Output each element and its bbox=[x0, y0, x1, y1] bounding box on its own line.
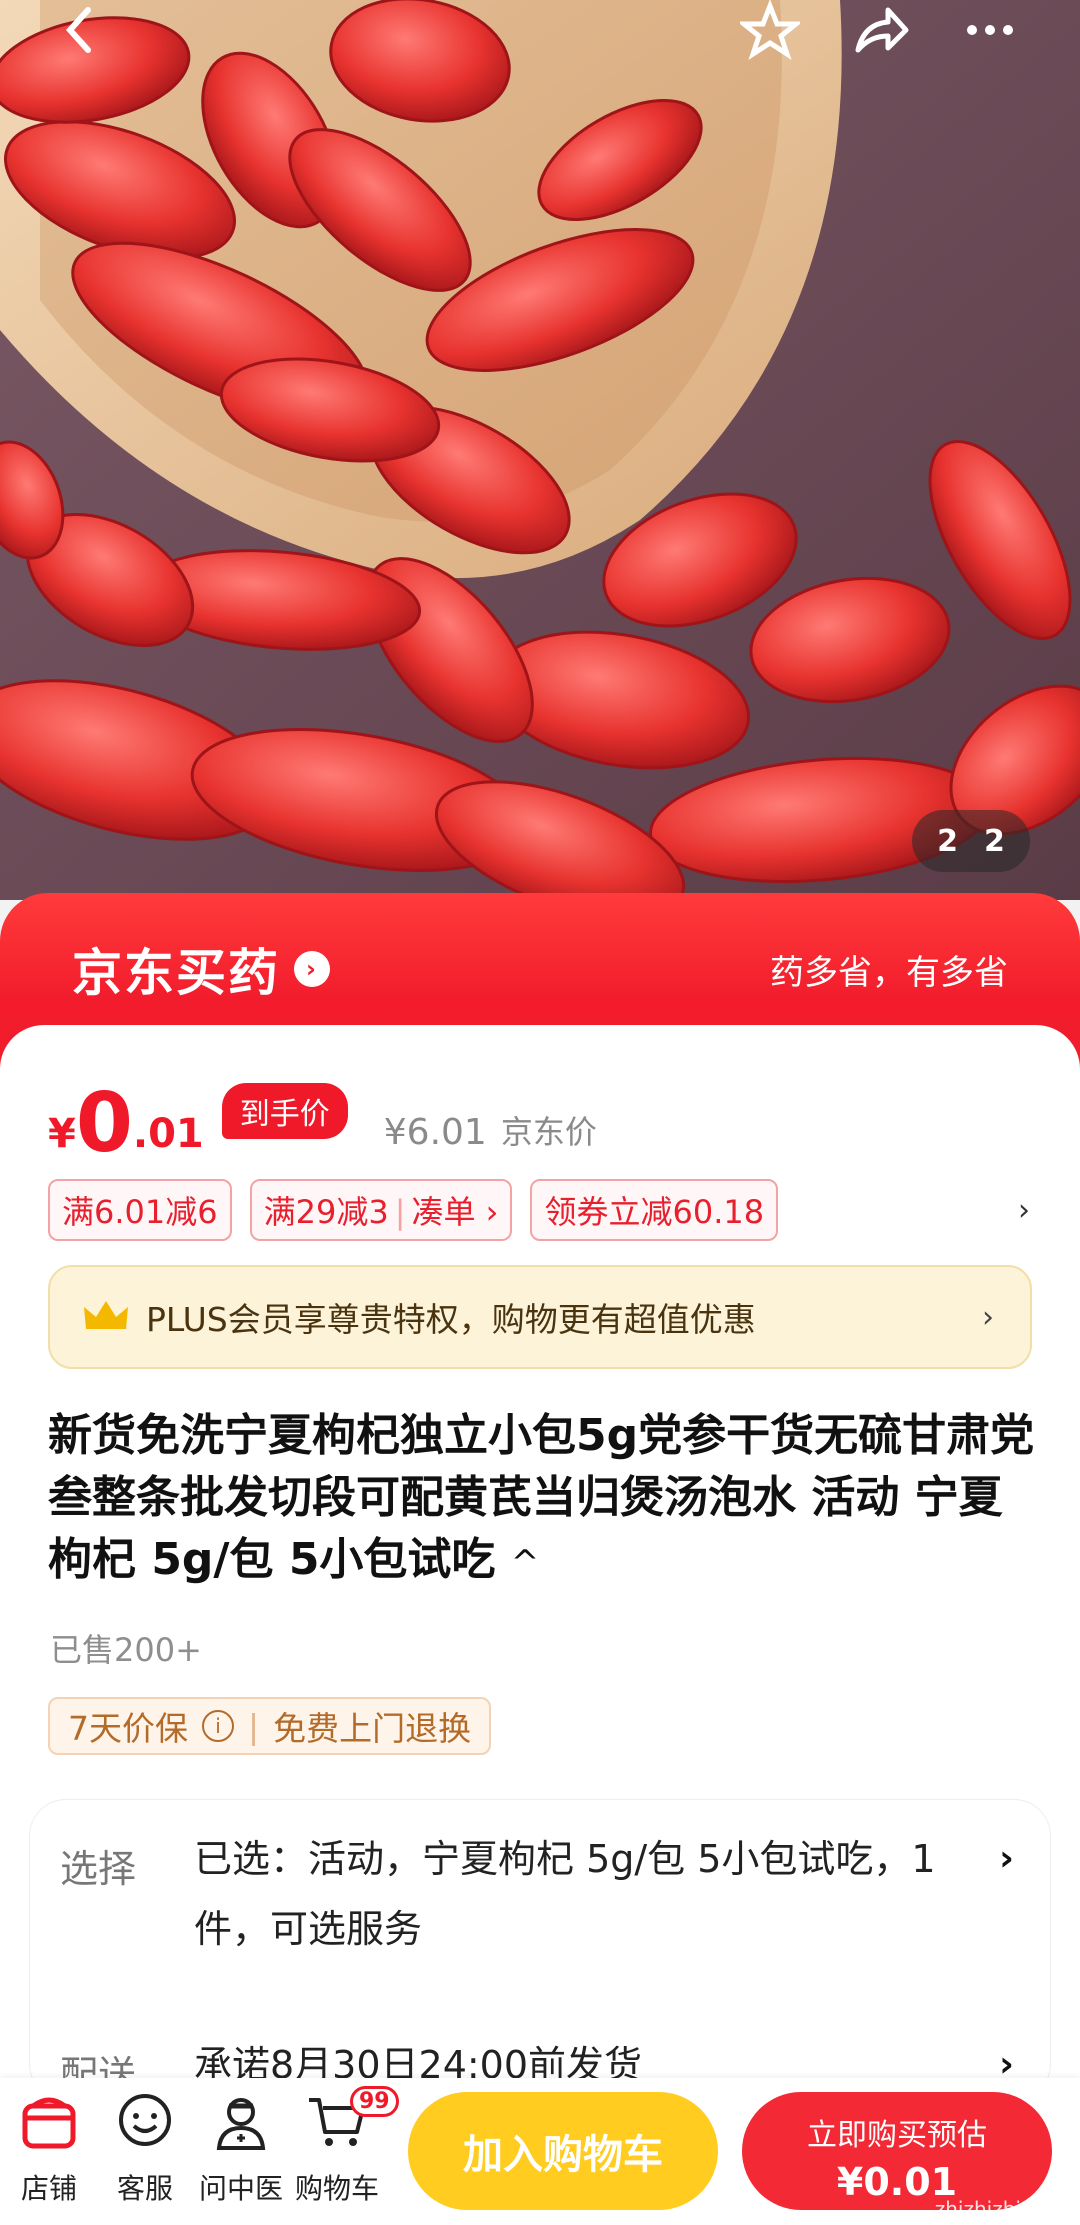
price-integer: 0 bbox=[75, 1076, 133, 1171]
customer-service-button[interactable]: 客服 bbox=[100, 2092, 190, 2207]
plus-member-banner[interactable]: PLUS会员享尊贵特权，购物更有超值优惠 › bbox=[48, 1265, 1032, 1369]
ask-doctor-button[interactable]: 问中医 bbox=[196, 2092, 286, 2207]
combine-order-link[interactable]: 凑单 › bbox=[412, 1193, 499, 1231]
jd-pharmacy-logo[interactable]: 京东买药 › bbox=[72, 933, 330, 1005]
more-icon[interactable] bbox=[960, 0, 1020, 60]
price-protect-label: 7天价保 bbox=[68, 1709, 188, 1748]
goji-berry-photo bbox=[0, 0, 1080, 900]
cart-button[interactable]: 购物车 99 bbox=[292, 2086, 399, 2207]
favorite-star-icon[interactable] bbox=[740, 0, 800, 60]
store-label: 店铺 bbox=[20, 2172, 77, 2205]
jd-price: ¥6.01 bbox=[383, 1112, 487, 1153]
chevron-right-icon: › bbox=[999, 1838, 1014, 1879]
crown-icon bbox=[84, 1301, 128, 1329]
chat-icon bbox=[119, 2094, 171, 2146]
share-icon[interactable] bbox=[850, 0, 910, 60]
jd-pharmacy-logo-text: 京东买药 bbox=[72, 944, 280, 1002]
free-return-label: 免费上门退换 bbox=[273, 1709, 472, 1748]
spec-value-select: 已选：活动，宁夏枸杞 5g/包 5小包试吃，1件，可选服务 bbox=[194, 1837, 936, 1951]
price-row: ¥ 0 .01 到手价 ¥6.01 京东价 bbox=[48, 1083, 597, 1165]
buy-now-label: 立即购买预估 bbox=[807, 2118, 987, 2153]
promo-tag-text: 满29减3 bbox=[263, 1193, 389, 1231]
add-to-cart-button[interactable]: 加入购物车 bbox=[408, 2092, 718, 2210]
banner-slogan: 药多省，有多省 bbox=[770, 953, 1008, 993]
coupon-tag[interactable]: 领券立减60.18 bbox=[530, 1179, 779, 1241]
spec-label-select: 选择 bbox=[60, 1847, 137, 1891]
image-counter: 2 2 bbox=[912, 810, 1030, 872]
plus-member-text: PLUS会员享尊贵特权，购物更有超值优惠 bbox=[146, 1300, 756, 1339]
promo-tag-with-combine[interactable]: 满29减3 | 凑单 › bbox=[249, 1179, 513, 1241]
store-icon bbox=[22, 2097, 76, 2149]
guarantee-divider: | bbox=[248, 1706, 260, 1746]
spec-selection-card: 选择 已选：活动，宁夏枸杞 5g/包 5小包试吃，1件，可选服务 › 配送 承诺… bbox=[30, 1800, 1050, 2100]
customer-service-label: 客服 bbox=[116, 2172, 173, 2205]
product-title: 新货免洗宁夏枸杞独立小包5g党参干货无硫甘肃党叁整条批发切段可配黄芪当归煲汤泡水… bbox=[48, 1405, 1038, 1594]
site-watermark: zhizhizhi.com bbox=[934, 2197, 1070, 2221]
price-decimal: .01 bbox=[132, 1111, 204, 1157]
promo-divider: | bbox=[394, 1193, 406, 1231]
product-title-text: 新货免洗宁夏枸杞独立小包5g党参干货无硫甘肃党叁整条批发切段可配黄芪当归煲汤泡水… bbox=[48, 1410, 1035, 1585]
doctor-icon bbox=[216, 2098, 266, 2150]
bottom-action-bar: 店铺 客服 问中医 购物车 99 加入购物车 立即购买预估 ¥0.01 zhiz… bbox=[0, 2078, 1080, 2225]
price-currency: ¥ bbox=[48, 1111, 76, 1157]
ask-doctor-label: 问中医 bbox=[198, 2172, 283, 2205]
image-counter-total: 2 bbox=[984, 823, 1005, 859]
cart-count-badge: 99 bbox=[350, 2086, 399, 2117]
collapse-chevron-icon[interactable]: ^ bbox=[511, 1543, 540, 1583]
info-icon[interactable]: i bbox=[202, 1710, 234, 1742]
promotion-chevron-icon[interactable]: › bbox=[1018, 1193, 1030, 1228]
chevron-right-circle-icon: › bbox=[294, 951, 330, 987]
final-price-tag: 到手价 bbox=[221, 1083, 348, 1139]
sold-count: 已售200+ bbox=[50, 1631, 202, 1669]
back-icon[interactable] bbox=[48, 0, 108, 60]
buy-now-button[interactable]: 立即购买预估 ¥0.01 bbox=[742, 2092, 1052, 2210]
promotion-row: 满6.01减6 满29减3 | 凑单 › 领券立减60.18 bbox=[48, 1179, 779, 1241]
image-counter-current: 2 bbox=[937, 823, 958, 859]
promo-tag[interactable]: 满6.01减6 bbox=[48, 1179, 232, 1241]
cart-label: 购物车 bbox=[294, 2172, 379, 2205]
chevron-right-icon: › bbox=[982, 1299, 994, 1335]
product-image-gallery[interactable]: 2 2 bbox=[0, 0, 1080, 900]
guarantee-tag[interactable]: 7天价保 i | 免费上门退换 bbox=[48, 1697, 492, 1755]
jd-price-label: 京东价 bbox=[500, 1113, 597, 1151]
store-button[interactable]: 店铺 bbox=[4, 2092, 94, 2207]
